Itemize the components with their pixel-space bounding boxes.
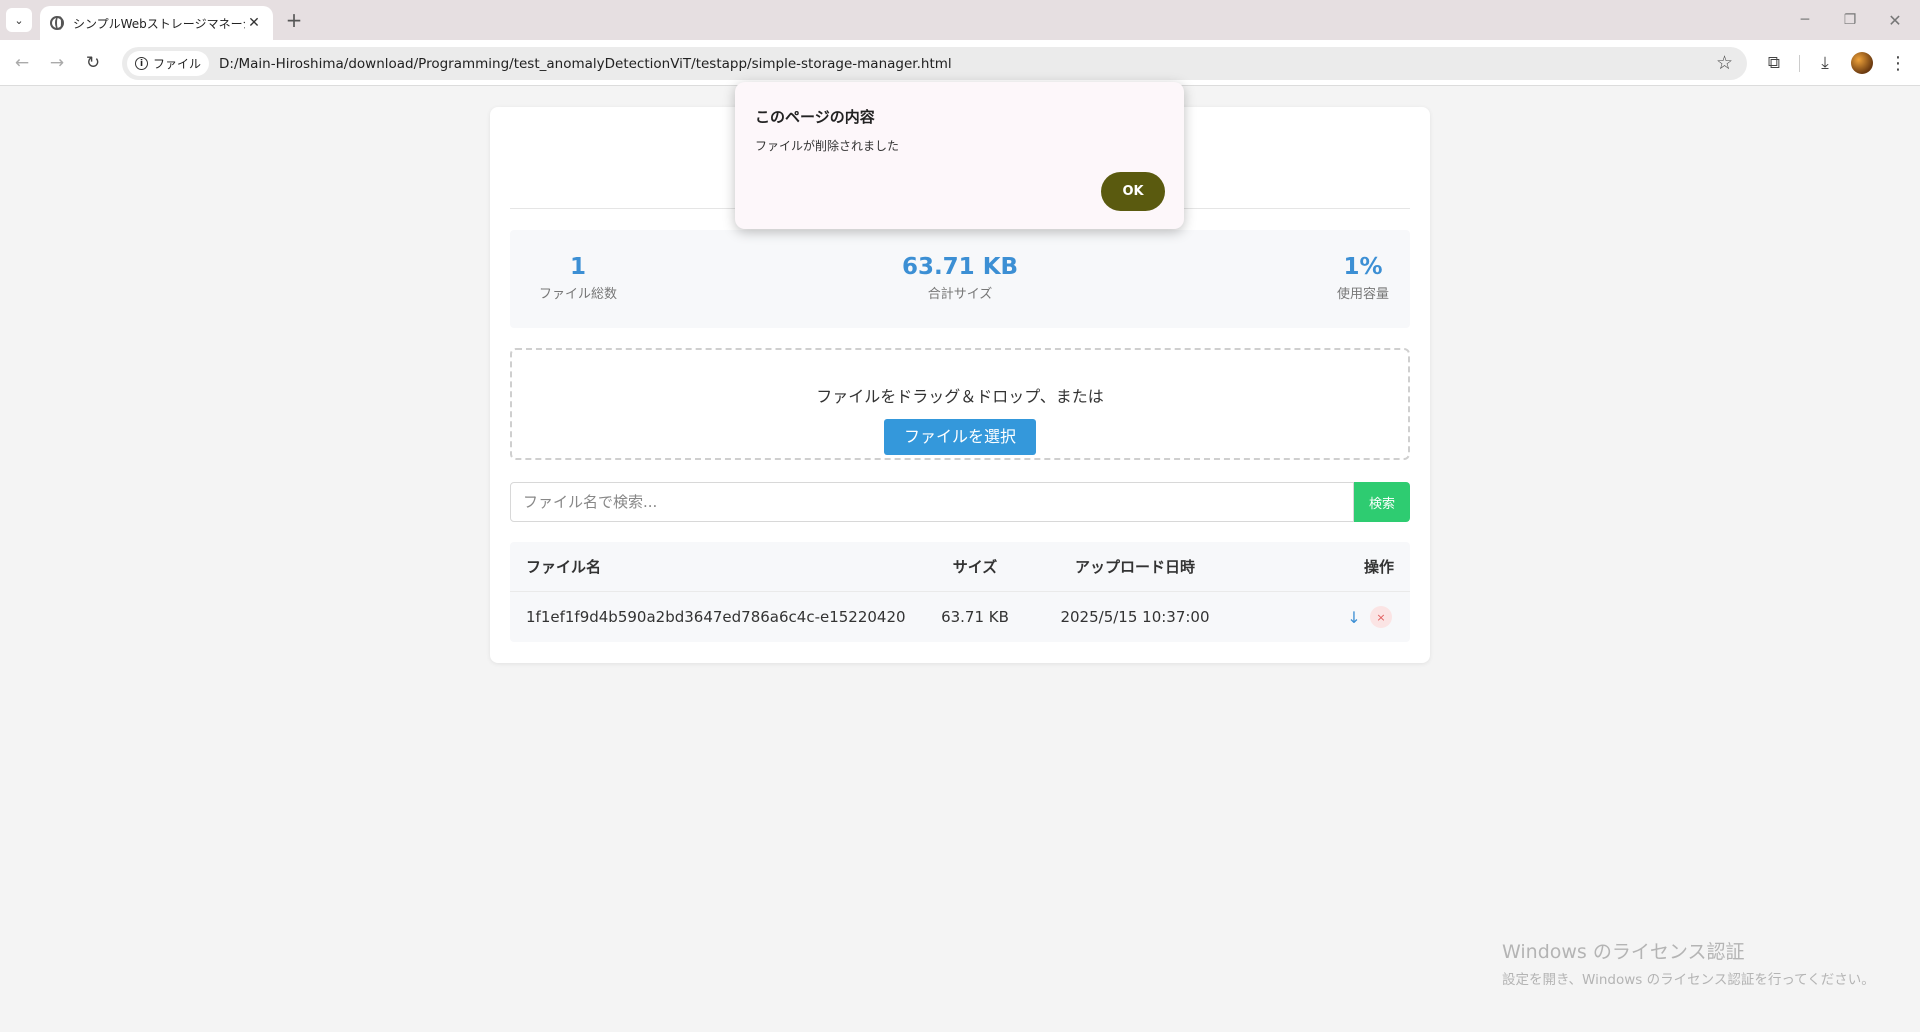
tab-close-icon[interactable]: ✕ [245,15,263,31]
browser-tab-bar: ⌄ シンプルWebストレージマネージャー ✕ + ─ ❐ ✕ [0,0,1920,40]
url-text[interactable]: D:/Main-Hiroshima/download/Programming/t… [219,56,952,72]
alert-dialog: このページの内容 ファイルが削除されました OK [735,82,1184,229]
header-upload-date: アップロード日時 [1074,558,1195,576]
window-close-icon[interactable]: ✕ [1875,6,1915,34]
row-file-name: 1f1ef1f9d4b590a2bd3647ed786a6c4c-e152204… [526,608,906,626]
header-size: サイズ [952,558,998,576]
forward-arrow-icon[interactable]: → [44,50,70,76]
table-row: 1f1ef1f9d4b590a2bd3647ed786a6c4c-e152204… [510,592,1410,642]
globe-icon [50,16,64,30]
search-row: 検索 [510,482,1410,522]
site-info-chip[interactable]: i ファイル [127,51,210,76]
browser-toolbar: ← → ↻ i ファイル D:/Main-Hiroshima/download/… [0,40,1920,86]
stat-total-size-value: 63.71 KB [901,254,1019,280]
stat-total-size-label: 合計サイズ [927,287,993,302]
delete-x-icon[interactable]: × [1370,606,1392,628]
watermark-title: Windows のライセンス認証 [1502,941,1745,963]
stat-total-size: 63.71 KB 合計サイズ [880,254,1040,302]
select-file-button[interactable]: ファイルを選択 [884,419,1036,455]
new-tab-button[interactable]: + [282,8,306,32]
window-minimize-icon[interactable]: ─ [1785,6,1825,34]
bookmark-star-icon[interactable]: ☆ [1716,52,1733,74]
download-icon[interactable]: ⤓ [1812,50,1838,76]
windows-activation-watermark: Windows のライセンス認証 設定を開き、Windows のライセンス認証を… [1502,937,1875,988]
search-button[interactable]: 検索 [1354,482,1410,522]
dialog-message: ファイルが削除されました [755,139,900,153]
watermark-subtitle: 設定を開き、Windows のライセンス認証を行ってください。 [1502,972,1875,988]
stat-usage: 1% 使用容量 [1318,254,1408,302]
window-restore-icon[interactable]: ❐ [1830,6,1870,34]
reload-icon[interactable]: ↻ [80,50,106,76]
file-drop-zone[interactable]: ファイルをドラッグ＆ドロップ、または ファイルを選択 [510,348,1410,460]
back-arrow-icon[interactable]: ← [9,50,35,76]
browser-tab[interactable]: シンプルWebストレージマネージャー ✕ [40,6,273,40]
search-input[interactable] [510,482,1354,522]
stat-usage-label: 使用容量 [1336,287,1389,302]
dialog-ok-button[interactable]: OK [1101,172,1165,211]
profile-avatar[interactable] [1851,52,1873,74]
info-icon: i [135,57,148,70]
row-upload-date: 2025/5/15 10:37:00 [1060,608,1210,626]
toolbar-divider [1799,55,1800,72]
drop-zone-text: ファイルをドラッグ＆ドロップ、または [816,387,1104,406]
extensions-puzzle-icon[interactable]: ⧉ [1761,50,1787,76]
stat-usage-value: 1% [1343,254,1383,280]
table-header: ファイル名 サイズ アップロード日時 操作 [510,542,1410,592]
download-arrow-icon[interactable]: ↓ [1342,605,1366,629]
header-file-name: ファイル名 [526,558,602,576]
menu-kebab-icon[interactable]: ⋮ [1885,50,1911,76]
stat-file-count-value: 1 [569,254,586,280]
header-actions: 操作 [1363,558,1394,576]
address-bar[interactable]: i ファイル D:/Main-Hiroshima/download/Progra… [122,47,1747,80]
dialog-title: このページの内容 [755,108,875,126]
tab-search-chevron-icon[interactable]: ⌄ [6,8,32,32]
file-table: ファイル名 サイズ アップロード日時 操作 1f1ef1f9d4b590a2bd… [510,542,1410,642]
tab-title: シンプルWebストレージマネージャー [73,16,245,31]
row-file-size: 63.71 KB [941,608,1009,626]
stat-file-count: 1 ファイル総数 [514,254,642,302]
site-info-label: ファイル [153,57,202,71]
stats-panel: 1 ファイル総数 63.71 KB 合計サイズ 1% 使用容量 [510,230,1410,328]
stat-file-count-label: ファイル総数 [538,287,617,302]
